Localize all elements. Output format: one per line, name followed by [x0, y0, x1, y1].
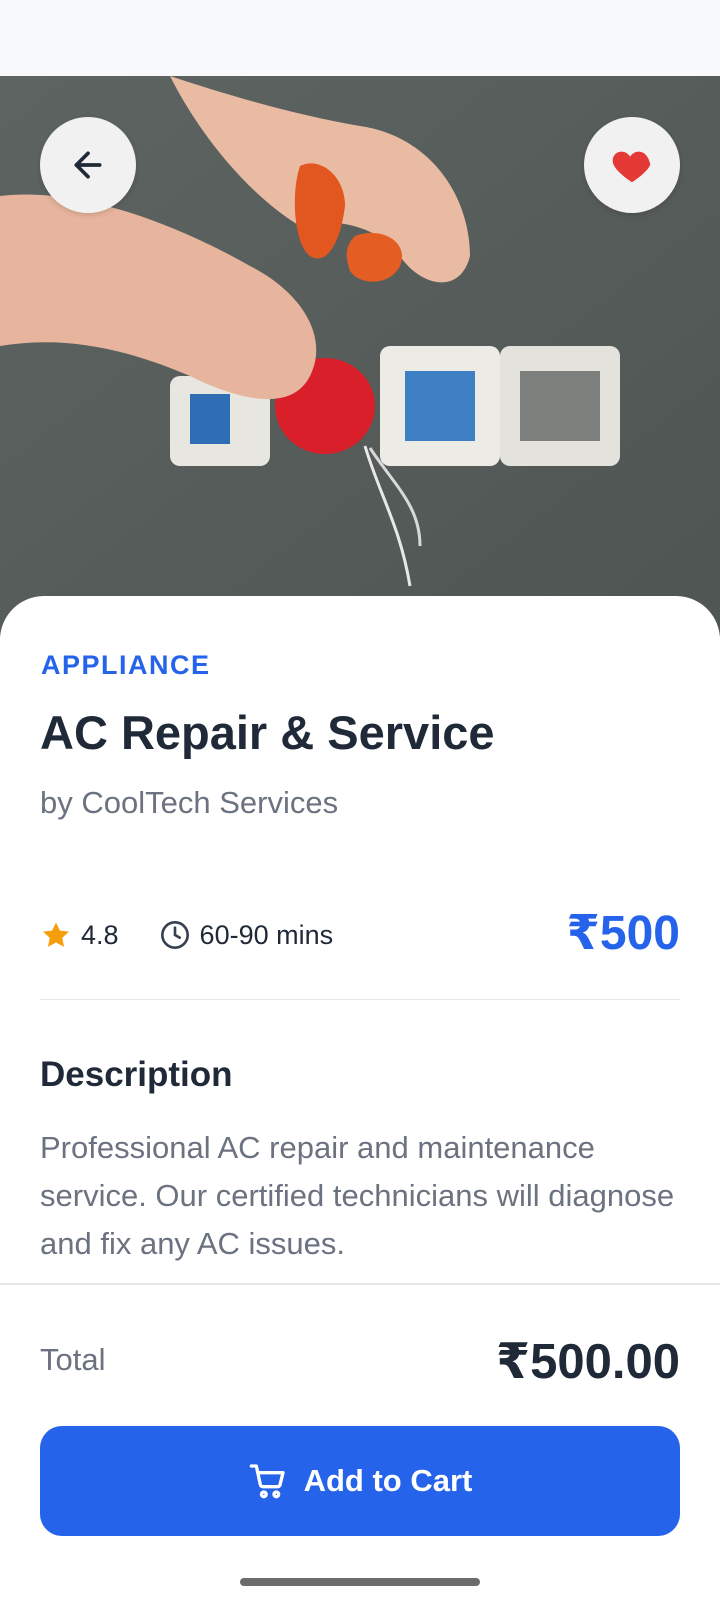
status-bar	[0, 0, 720, 76]
total-label: Total	[40, 1342, 106, 1377]
rating: 4.8	[40, 919, 119, 951]
service-category: APPLIANCE	[41, 650, 211, 680]
arrow-left-icon	[74, 151, 102, 179]
rating-value: 4.8	[81, 919, 119, 950]
cart-icon	[249, 1464, 285, 1499]
description-text: Professional AC repair and maintenance s…	[40, 1130, 675, 1261]
star-icon	[43, 922, 69, 947]
clock-icon	[160, 921, 189, 949]
service-price: ₹500	[566, 907, 680, 960]
description-heading: Description	[40, 1055, 233, 1094]
service-title: AC Repair & Service	[40, 706, 495, 759]
duration-value: 60-90 mins	[199, 919, 334, 950]
add-to-cart-label: Add to Cart	[303, 1463, 473, 1498]
home-indicator[interactable]	[240, 1578, 480, 1586]
service-meta: 4.8 60-90 mins	[40, 910, 333, 960]
add-to-cart-button[interactable]: Add to Cart	[40, 1426, 680, 1536]
heart-icon	[612, 151, 651, 183]
favorite-button[interactable]	[584, 117, 680, 213]
total-value: ₹500.00	[496, 1335, 680, 1389]
divider	[40, 999, 680, 1000]
duration: 60-90 mins	[159, 919, 334, 951]
back-button[interactable]	[40, 117, 136, 213]
service-provider: by CoolTech Services	[40, 785, 339, 820]
